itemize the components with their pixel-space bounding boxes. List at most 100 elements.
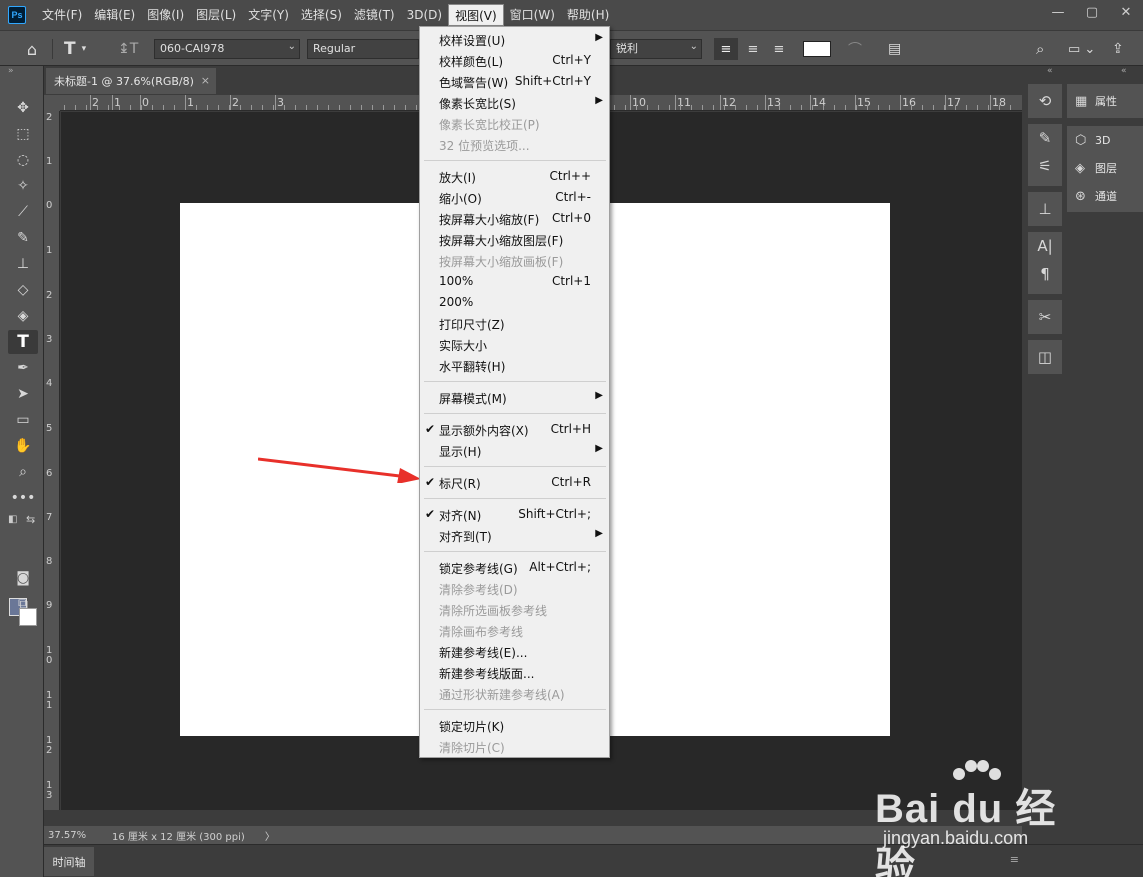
view-menu-item[interactable]: 100% Ctrl+1 bbox=[420, 271, 609, 292]
menu-separator bbox=[424, 160, 606, 161]
menu-item[interactable]: 文件(F) bbox=[36, 4, 88, 26]
quick-mask-icon[interactable]: ◙ bbox=[8, 566, 38, 590]
font-family-select[interactable]: 060-CAI978 ⌄ bbox=[154, 38, 300, 60]
panels-toggle-icon[interactable]: ▤ bbox=[888, 38, 910, 60]
workspace-icon[interactable]: ▭ ⌄ bbox=[1068, 38, 1104, 60]
view-menu-item[interactable]: 色域警告(W) Shift+Ctrl+Y bbox=[420, 71, 609, 92]
stamp-tool-icon[interactable]: ⊥ bbox=[8, 252, 38, 276]
pen-tool-icon[interactable]: ✒ bbox=[8, 356, 38, 380]
tool-presets-icon[interactable]: ✂ bbox=[1028, 300, 1062, 334]
text-orientation-icon[interactable]: ↨T bbox=[118, 38, 142, 60]
view-menu-item[interactable]: 缩小(O) Ctrl+- bbox=[420, 187, 609, 208]
paragraph-icon[interactable]: ¶ bbox=[1028, 260, 1062, 288]
history-icon[interactable]: ⟲ bbox=[1028, 84, 1062, 118]
view-menu-item[interactable]: ✔ 显示额外内容(X) Ctrl+H bbox=[420, 419, 609, 440]
menu-item[interactable]: 选择(S) bbox=[295, 4, 348, 26]
view-menu-item[interactable]: ✔ 标尺(R) Ctrl+R bbox=[420, 472, 609, 493]
character-icon[interactable]: A| bbox=[1028, 232, 1062, 260]
close-icon[interactable]: × bbox=[201, 74, 210, 87]
align-center-button[interactable]: ≡ bbox=[741, 38, 765, 60]
menu-item[interactable]: 编辑(E) bbox=[88, 4, 141, 26]
type-tool-icon[interactable]: T bbox=[8, 330, 38, 354]
minimize-button[interactable]: — bbox=[1041, 0, 1075, 24]
move-tool-icon[interactable]: ✥ bbox=[8, 96, 38, 120]
view-menu-item[interactable]: 锁定参考线(G) Alt+Ctrl+; bbox=[420, 557, 609, 578]
collapse-icon[interactable]: » bbox=[8, 66, 14, 76]
magic-wand-tool-icon[interactable]: ✧ bbox=[8, 174, 38, 198]
properties-panel-button[interactable]: ▦ 属性 bbox=[1067, 84, 1143, 118]
restore-button[interactable]: ▢ bbox=[1075, 0, 1109, 24]
vertical-ruler[interactable]: 2 1 0 1 2 3 4 5 6 7 8 9 10 11 12 13 bbox=[44, 111, 60, 810]
collapse-icon[interactable]: « bbox=[1121, 66, 1127, 76]
menu-item[interactable]: 视图(V) bbox=[448, 4, 504, 26]
view-menu-item[interactable]: 校样设置(U) ▶ bbox=[420, 29, 609, 50]
document-tab-title: 未标题-1 @ 37.6%(RGB/8) bbox=[54, 75, 194, 88]
font-family-value: 060-CAI978 bbox=[154, 39, 300, 59]
clone-source-icon[interactable]: ⊥ bbox=[1028, 192, 1062, 226]
close-button[interactable]: ✕ bbox=[1109, 0, 1143, 24]
view-menu-item[interactable]: 200% bbox=[420, 292, 609, 313]
brush-settings-icon[interactable]: ✎ bbox=[1028, 124, 1062, 152]
layers-icon: ◈ bbox=[1075, 160, 1085, 176]
swap-colors-icon[interactable]: ⇆ bbox=[26, 513, 35, 526]
menu-item[interactable]: 3D(D) bbox=[401, 4, 448, 26]
collapse-icon[interactable]: « bbox=[1047, 66, 1053, 76]
lasso-tool-icon[interactable]: ◌ bbox=[8, 148, 38, 172]
channels-panel-button[interactable]: ⊛ 通道 bbox=[1067, 182, 1143, 210]
view-menu-item[interactable]: 显示(H) ▶ bbox=[420, 440, 609, 461]
navigator-icon[interactable]: ◫ bbox=[1028, 340, 1062, 374]
zoom-level[interactable]: 37.57% bbox=[48, 830, 108, 841]
menu-item[interactable]: 窗口(W) bbox=[504, 4, 561, 26]
3d-panel-button[interactable]: ⬡ 3D bbox=[1067, 126, 1143, 154]
more-tools-icon[interactable]: ••• bbox=[8, 486, 38, 510]
text-color-swatch[interactable] bbox=[803, 38, 833, 60]
ruler-origin[interactable] bbox=[44, 95, 60, 111]
search-icon[interactable]: ⌕ bbox=[1036, 38, 1058, 60]
view-menu-item[interactable]: 校样颜色(L) Ctrl+Y bbox=[420, 50, 609, 71]
status-menu-arrow[interactable]: 〉 bbox=[265, 828, 275, 843]
layers-panel-button[interactable]: ◈ 图层 bbox=[1067, 154, 1143, 182]
view-menu-item[interactable]: 实际大小 bbox=[420, 334, 609, 355]
view-menu-item[interactable]: 对齐到(T) ▶ bbox=[420, 525, 609, 546]
timeline-tab[interactable]: 时间轴 bbox=[44, 847, 94, 876]
path-selection-tool-icon[interactable]: ➤ bbox=[8, 382, 38, 406]
view-menu-item[interactable]: 按屏幕大小缩放图层(F) bbox=[420, 229, 609, 250]
ruler-minor-tick bbox=[647, 105, 648, 110]
menu-item[interactable]: 帮助(H) bbox=[561, 4, 615, 26]
menu-item[interactable]: 文字(Y) bbox=[242, 4, 295, 26]
menu-item[interactable]: 滤镜(T) bbox=[348, 4, 401, 26]
align-left-button[interactable]: ≡ bbox=[714, 38, 738, 60]
eyedropper-tool-icon[interactable]: ⟋ bbox=[8, 200, 38, 224]
view-menu-item[interactable]: 新建参考线版面... bbox=[420, 662, 609, 683]
warp-text-icon[interactable]: ⌒ bbox=[848, 38, 868, 60]
default-colors-icon[interactable]: ◧ bbox=[8, 514, 17, 525]
view-menu-item[interactable]: 新建参考线(E)... bbox=[420, 641, 609, 662]
share-icon[interactable]: ⇪ bbox=[1112, 38, 1134, 60]
screen-mode-icon[interactable]: ⧉ bbox=[8, 592, 38, 616]
view-menu-item[interactable]: 放大(I) Ctrl++ bbox=[420, 166, 609, 187]
view-menu-item[interactable]: 锁定切片(K) bbox=[420, 715, 609, 736]
view-menu-item[interactable]: 按屏幕大小缩放(F) Ctrl+0 bbox=[420, 208, 609, 229]
hand-tool-icon[interactable]: ✋ bbox=[8, 434, 38, 458]
marquee-tool-icon[interactable]: ⬚ bbox=[8, 122, 38, 146]
document-tab[interactable]: 未标题-1 @ 37.6%(RGB/8) × bbox=[46, 68, 216, 94]
view-menu-item[interactable]: 像素长宽比(S) ▶ bbox=[420, 92, 609, 113]
brush-tool-icon[interactable]: ✎ bbox=[8, 226, 38, 250]
view-menu-item[interactable]: 水平翻转(H) bbox=[420, 355, 609, 376]
menu-item[interactable]: 图层(L) bbox=[190, 4, 242, 26]
zoom-tool-icon[interactable]: ⌕ bbox=[8, 460, 38, 484]
home-icon[interactable]: ⌂ bbox=[20, 38, 44, 60]
adjustments-icon[interactable]: ⚟ bbox=[1028, 152, 1062, 180]
eraser-tool-icon[interactable]: ◇ bbox=[8, 278, 38, 302]
view-menu-item[interactable]: 打印尺寸(Z) bbox=[420, 313, 609, 334]
paint-bucket-tool-icon[interactable]: ◈ bbox=[8, 304, 38, 328]
view-menu-item[interactable]: ✔ 对齐(N) Shift+Ctrl+; bbox=[420, 504, 609, 525]
align-right-button[interactable]: ≡ bbox=[767, 38, 791, 60]
antialias-select[interactable]: 锐利 ⌄ bbox=[610, 38, 702, 60]
view-menu-item[interactable]: 屏幕模式(M) ▶ bbox=[420, 387, 609, 408]
font-style-select[interactable]: Regular bbox=[307, 38, 419, 60]
menu-item[interactable]: 图像(I) bbox=[141, 4, 190, 26]
layers-group: ⬡ 3D ◈ 图层 ⊛ 通道 bbox=[1067, 126, 1143, 212]
text-tool-preset-button[interactable]: T ▾ bbox=[64, 38, 102, 60]
rectangle-tool-icon[interactable]: ▭ bbox=[8, 408, 38, 432]
